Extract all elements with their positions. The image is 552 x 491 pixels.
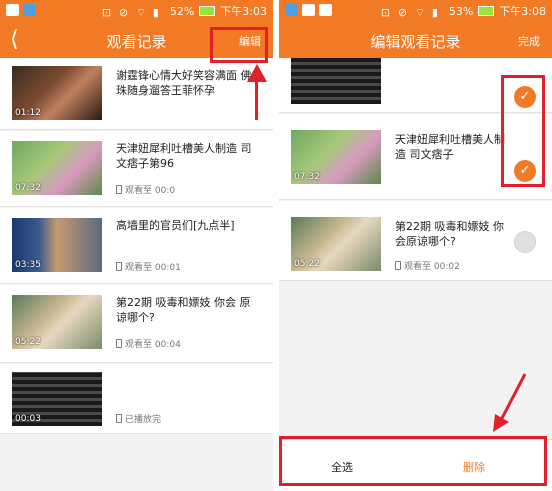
highlight-box	[210, 27, 268, 63]
video-thumbnail: 07:32	[291, 130, 381, 184]
watch-progress: 已播放完	[116, 412, 161, 425]
video-thumbnail: 03:35	[12, 218, 102, 272]
battery-icon	[199, 6, 216, 16]
done-button[interactable]: 完成	[518, 33, 540, 49]
duration: 00:03	[15, 414, 41, 424]
highlight-box	[279, 436, 547, 486]
annotation-arrowhead	[247, 64, 267, 82]
phone-icon	[116, 339, 122, 348]
video-thumbnail: 07:32	[12, 141, 102, 195]
video-thumbnail: 05:22	[291, 217, 381, 271]
left-screen: ⊡ ⊘ ⌔ ▮ 52% 下午3:03 ⟨ 观看记录 编辑 01:12 谢霆锋心情…	[0, 0, 273, 491]
vibrate-icon: ⊡	[101, 5, 112, 19]
list-item[interactable]: 00:03 已播放完	[0, 364, 273, 434]
list-item[interactable]: 03:35 高墙里的官员们[九点半] 观看至 00:01	[0, 208, 273, 284]
duration: 01:12	[15, 108, 41, 118]
watch-progress: 观看至 00:02	[395, 259, 460, 272]
battery-icon	[478, 6, 495, 16]
notification-icon	[319, 4, 332, 16]
duration: 03:35	[15, 260, 41, 270]
duration: 05:22	[294, 259, 320, 269]
duration: 05:22	[15, 337, 41, 347]
battery-percent: 52%	[169, 4, 195, 18]
signal-icon: ▮	[431, 5, 438, 19]
clock: 下午3:08	[499, 5, 546, 18]
video-thumbnail: 05:22	[12, 295, 102, 349]
checkbox-unchecked[interactable]	[514, 231, 536, 253]
item-title: 第22期 吸毒和嫖妓 你会原谅哪个?	[395, 220, 504, 248]
title-bar: 编辑观看记录 完成	[279, 22, 552, 58]
status-bar: ⊡ ⊘ ⌔ ▮ 52% 下午3:03	[0, 0, 273, 22]
duration: 07:32	[15, 183, 41, 193]
watch-progress: 观看至 00:0	[116, 183, 175, 196]
video-thumbnail: 01:12	[12, 66, 102, 120]
highlight-box	[501, 75, 545, 187]
item-title: 第22期 吸毒和嫖妓 你会 原谅哪个?	[116, 296, 251, 324]
item-title: 高墙里的官员们[九点半]	[116, 219, 235, 232]
list-item[interactable]: 07:32 天津妞犀利吐槽美人制造 司文痞子第96 观看至 00:0	[0, 131, 273, 207]
item-title: 天津妞犀利吐槽美人制造 司文痞子	[395, 133, 505, 161]
battery-percent: 53%	[448, 4, 474, 18]
clock: 下午3:03	[220, 5, 267, 18]
notification-icon	[285, 4, 298, 16]
duration: 07:32	[294, 172, 320, 182]
right-screen: ⊡ ⊘ ⌔ ▮ 53% 下午3:08 编辑观看记录 完成 ✓ 07:32 天津妞…	[279, 0, 552, 491]
phone-icon	[116, 262, 122, 271]
signal-icon: ▮	[152, 5, 159, 19]
notification-icon	[23, 4, 36, 16]
watch-progress: 观看至 00:04	[116, 337, 181, 350]
wifi-icon: ⌔	[414, 5, 426, 19]
page-title: 编辑观看记录	[370, 33, 461, 51]
list-item[interactable]: 05:22 第22期 吸毒和嫖妓 你会原谅哪个? 观看至 00:02	[279, 201, 552, 281]
notification-icon	[6, 4, 19, 16]
status-bar: ⊡ ⊘ ⌔ ▮ 53% 下午3:08	[279, 0, 552, 22]
mute-icon: ⊘	[397, 5, 408, 19]
annotation-arrow	[493, 373, 527, 432]
wifi-icon: ⌔	[135, 5, 147, 19]
phone-icon	[395, 261, 401, 270]
phone-icon	[116, 414, 122, 423]
annotation-arrow	[255, 80, 258, 120]
list-item[interactable]: 01:12 谢霆锋心情大好笑容满面 佛珠随身遛答王菲怀孕	[0, 58, 273, 130]
notification-icon	[302, 4, 315, 16]
vibrate-icon: ⊡	[380, 5, 391, 19]
list-item[interactable]: 05:22 第22期 吸毒和嫖妓 你会 原谅哪个? 观看至 00:04	[0, 285, 273, 363]
item-title: 天津妞犀利吐槽美人制造 司文痞子第96	[116, 142, 252, 170]
watch-progress: 观看至 00:01	[116, 260, 181, 273]
item-title: 谢霆锋心情大好笑容满面 佛珠随身遛答王菲怀孕	[116, 69, 252, 97]
mute-icon: ⊘	[118, 5, 129, 19]
video-thumbnail: 00:03	[12, 372, 102, 426]
video-thumbnail	[291, 58, 381, 104]
phone-icon	[116, 185, 122, 194]
